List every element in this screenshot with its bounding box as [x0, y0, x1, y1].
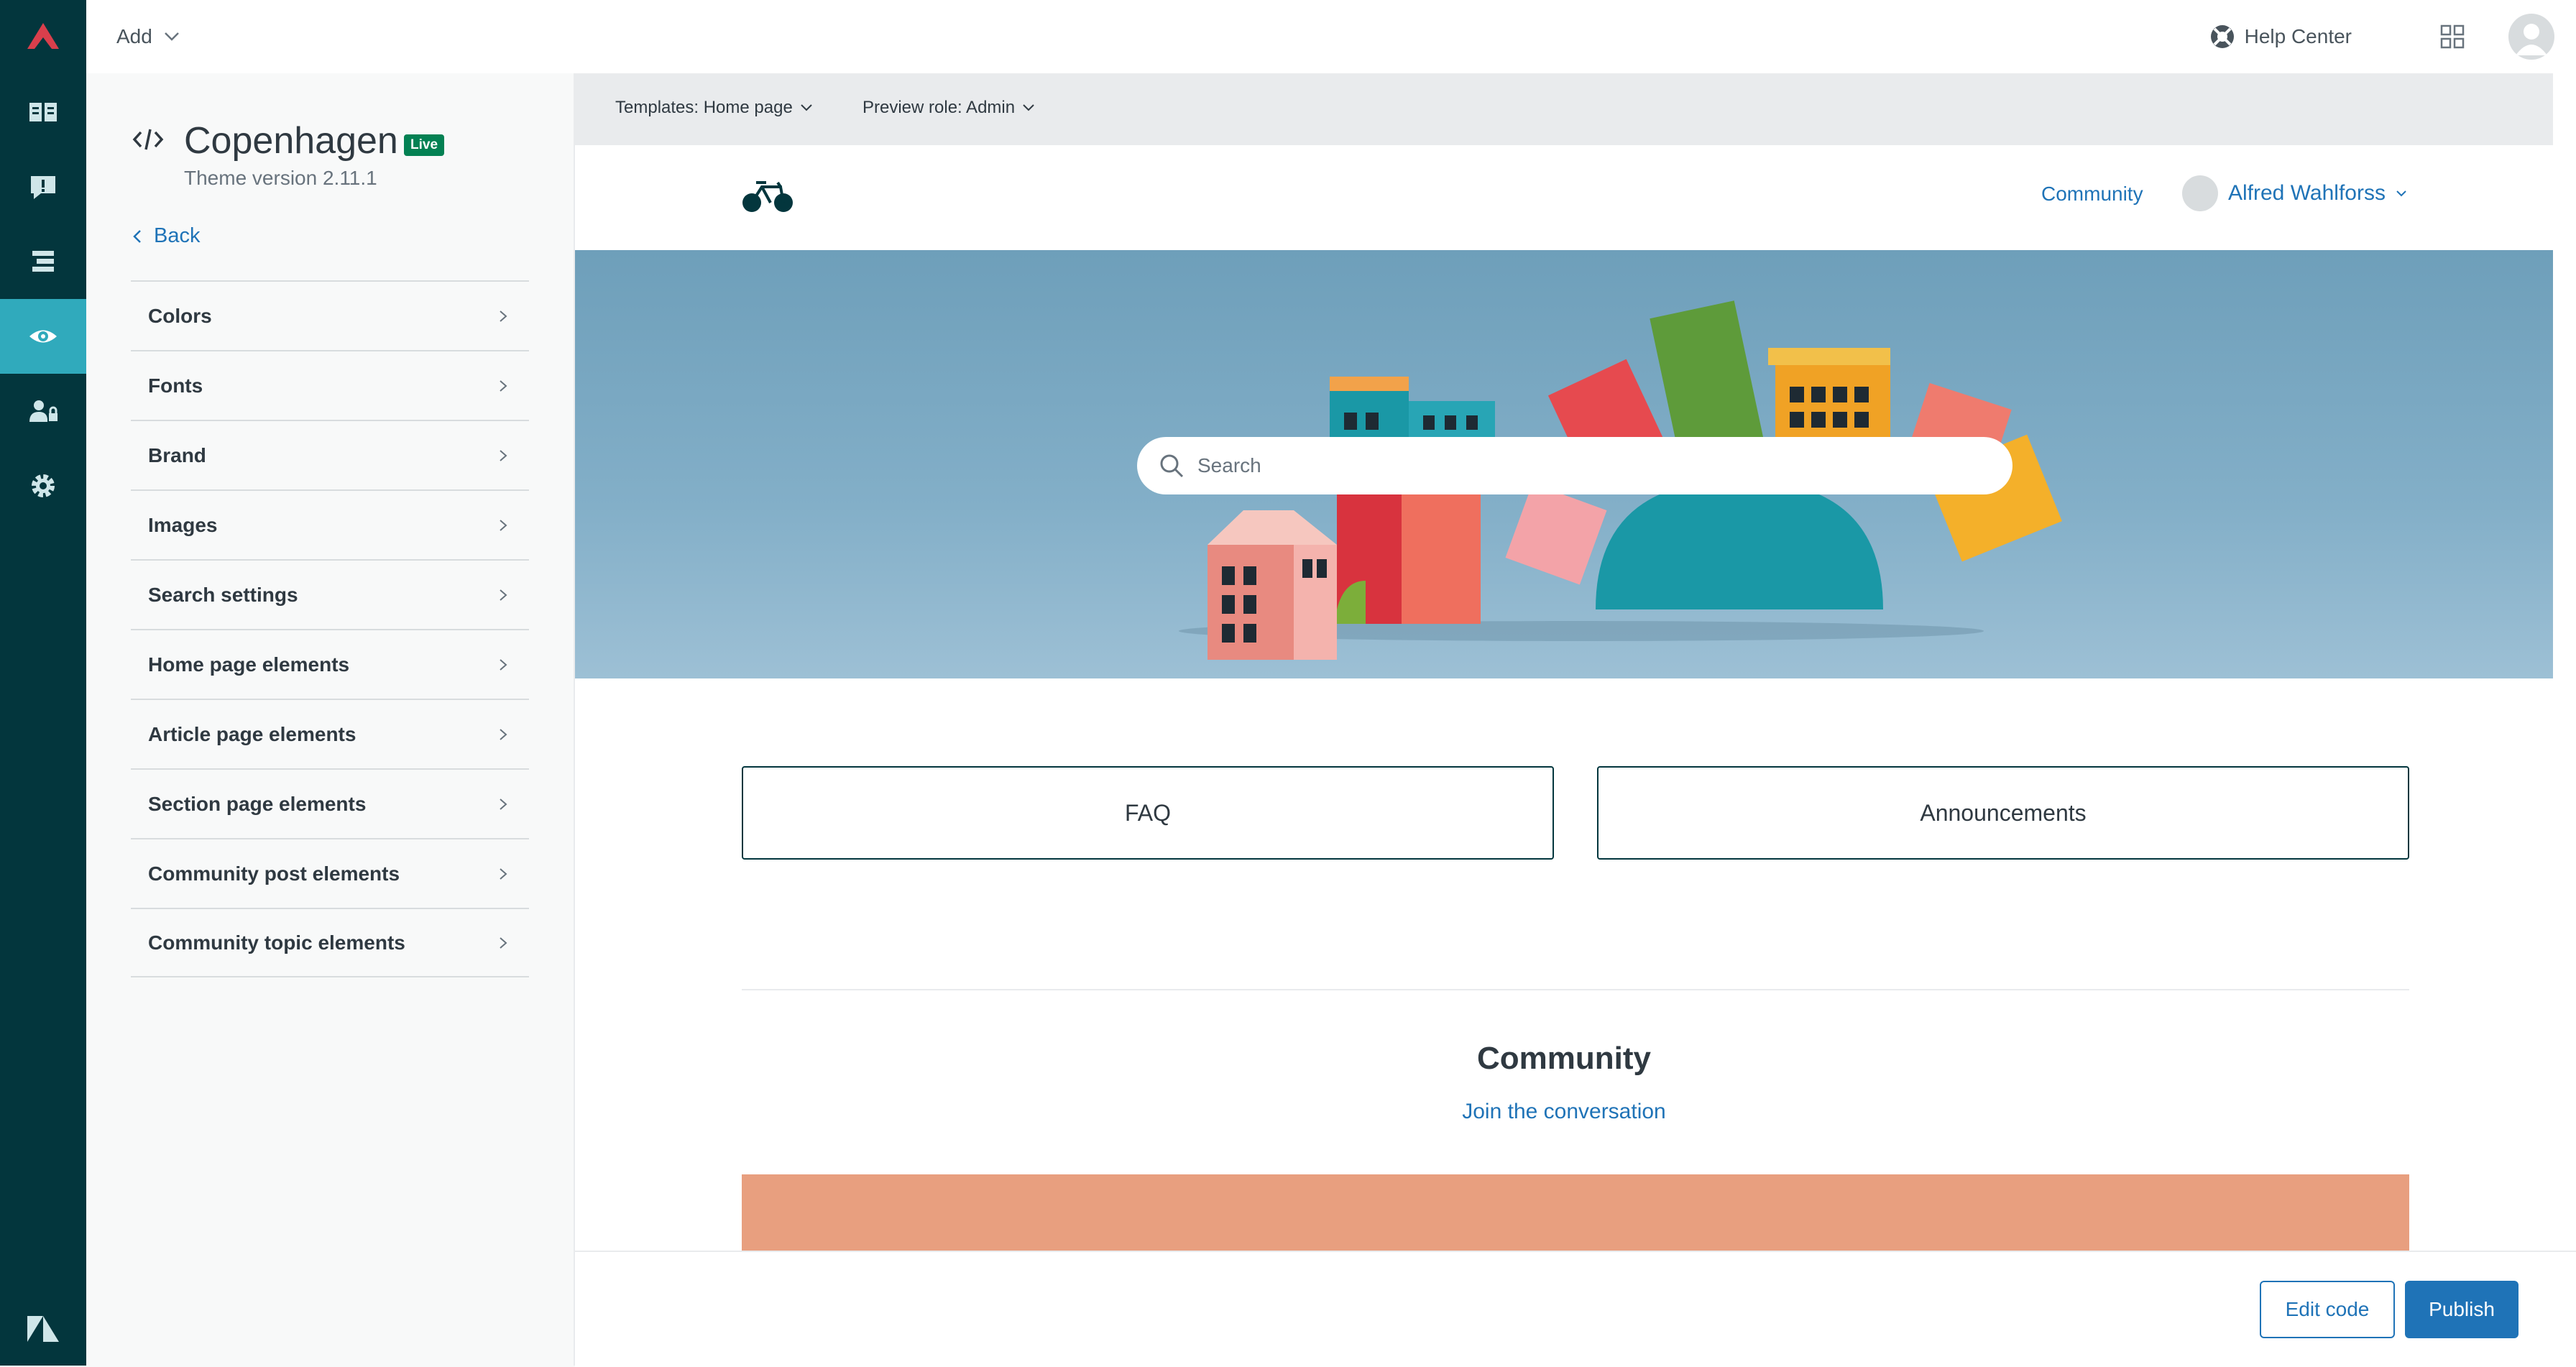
site-header: Community Alfred Wahlforss: [575, 145, 2553, 250]
edit-code-button[interactable]: Edit code: [2260, 1281, 2395, 1338]
chevron-right-icon: [500, 728, 507, 740]
section-divider: [742, 989, 2409, 990]
chevron-right-icon: [500, 379, 507, 392]
status-badge: Live: [404, 134, 445, 156]
help-center-icon: [2210, 25, 2234, 48]
help-center-link[interactable]: Help Center: [2209, 20, 2352, 53]
chevron-right-icon: [500, 449, 507, 461]
settings-menu: Colors Fonts Brand Images Search setting…: [131, 280, 529, 977]
eye-icon[interactable]: [0, 299, 86, 374]
chevron-right-icon: [500, 936, 507, 949]
avatar: [2182, 175, 2218, 211]
menu-item-fonts[interactable]: Fonts: [131, 350, 529, 420]
menu-item-community-topic-elements[interactable]: Community topic elements: [131, 908, 529, 977]
add-label: Add: [116, 25, 152, 47]
search-icon: [1160, 454, 1184, 478]
menu-item-label: Brand: [148, 443, 206, 466]
menu-item-label: Home page elements: [148, 653, 350, 676]
menu-item-section-page-elements[interactable]: Section page elements: [131, 768, 529, 838]
chevron-down-icon: [164, 32, 179, 41]
menu-item-home-page-elements[interactable]: Home page elements: [131, 629, 529, 699]
menu-item-label: Community topic elements: [148, 931, 405, 954]
preview-role-label: Preview role: Admin: [862, 98, 1016, 117]
block-faq[interactable]: FAQ: [742, 766, 1554, 860]
menu-item-label: Search settings: [148, 583, 298, 606]
menu-item-label: Images: [148, 513, 218, 536]
chevron-down-icon: [2396, 190, 2406, 197]
footer-action-bar: Edit code Publish: [575, 1251, 2576, 1367]
chevron-down-icon: [1023, 104, 1034, 111]
menu-item-label: Community post elements: [148, 862, 400, 885]
community-link[interactable]: Community: [2041, 183, 2143, 206]
menu-item-colors[interactable]: Colors: [131, 280, 529, 350]
search-placeholder: Search: [1197, 454, 1261, 477]
menu-item-label: Article page elements: [148, 722, 356, 745]
block-announcements[interactable]: Announcements: [1597, 766, 2409, 860]
menu-item-label: Fonts: [148, 374, 203, 397]
menu-item-community-post-elements[interactable]: Community post elements: [131, 838, 529, 908]
code-icon: [132, 129, 164, 150]
bike-logo-icon[interactable]: [740, 172, 795, 216]
community-title: Community: [1477, 1041, 1651, 1076]
avatar[interactable]: [2508, 14, 2554, 60]
menu-item-images[interactable]: Images: [131, 489, 529, 559]
theme-settings-panel: Copenhagen Live Theme version 2.11.1 Bac…: [86, 73, 575, 1366]
preview-role-select[interactable]: Preview role: Admin: [862, 98, 1035, 118]
chevron-left-icon: [133, 229, 141, 243]
zendesk-logo-icon[interactable]: [0, 0, 86, 72]
join-conversation-link[interactable]: Join the conversation: [1462, 1100, 1666, 1123]
search-input[interactable]: Search: [1137, 437, 2012, 494]
menu-item-article-page-elements[interactable]: Article page elements: [131, 699, 529, 768]
chevron-right-icon: [500, 519, 507, 531]
hero-banner: Search: [575, 250, 2553, 678]
menu-item-label: Section page elements: [148, 792, 367, 815]
publish-button[interactable]: Publish: [2405, 1281, 2518, 1338]
user-menu[interactable]: Alfred Wahlforss: [2182, 175, 2407, 211]
arrange-content-icon[interactable]: [0, 224, 86, 299]
template-select[interactable]: Templates: Home page: [615, 98, 813, 118]
alert-icon[interactable]: [0, 149, 86, 224]
chevron-right-icon: [500, 658, 507, 671]
help-center-label: Help Center: [2244, 25, 2352, 47]
theme-name: Copenhagen: [184, 120, 398, 162]
menu-item-brand[interactable]: Brand: [131, 420, 529, 489]
zendesk-z-icon: [0, 1304, 86, 1354]
chevron-right-icon: [500, 589, 507, 601]
chevron-down-icon: [801, 104, 812, 111]
template-select-label: Templates: Home page: [615, 98, 793, 117]
chevron-right-icon: [500, 867, 507, 880]
theme-preview: Templates: Home page Preview role: Admin…: [575, 73, 2553, 1251]
chevron-right-icon: [500, 310, 507, 322]
product-nav: [0, 0, 86, 1366]
theme-version: Theme version 2.11.1: [184, 167, 377, 189]
back-label: Back: [154, 224, 201, 247]
settings-icon[interactable]: [0, 448, 86, 523]
menu-item-search-settings[interactable]: Search settings: [131, 559, 529, 629]
community-banner-image: [742, 1174, 2409, 1251]
apps-grid-icon[interactable]: [2438, 22, 2467, 51]
top-bar: Add Help Center: [86, 0, 2576, 75]
add-menu-button[interactable]: Add: [116, 20, 180, 53]
chevron-right-icon: [500, 798, 507, 810]
preview-scroll-gutter: [2553, 73, 2576, 1251]
menu-item-label: Colors: [148, 304, 212, 327]
guide-book-icon[interactable]: [0, 75, 86, 149]
preview-toolbar: Templates: Home page Preview role: Admin: [575, 73, 2553, 145]
back-link[interactable]: Back: [132, 224, 200, 248]
user-name: Alfred Wahlforss: [2228, 181, 2386, 205]
user-permissions-icon[interactable]: [0, 374, 86, 448]
community-subtitle: Join the conversation: [575, 1100, 2553, 1124]
